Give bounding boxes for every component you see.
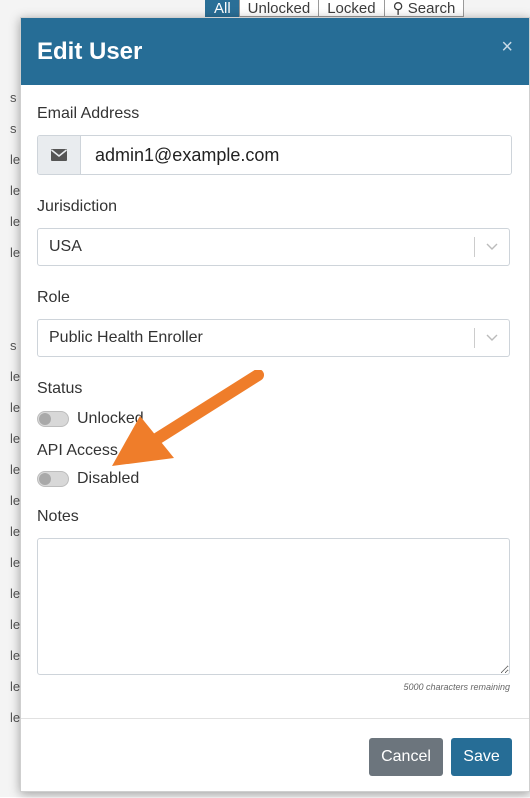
api-access-toggle-label: Disabled xyxy=(77,470,140,487)
api-access-field-group: API Access Disabled xyxy=(37,442,513,488)
tab-search[interactable]: ⚲ Search xyxy=(383,0,465,17)
modal-footer: Cancel Save xyxy=(21,718,529,791)
close-icon[interactable]: × xyxy=(501,36,513,59)
background-row-fragment: le xyxy=(10,493,21,508)
status-field-group: Status Unlocked xyxy=(37,380,513,428)
background-row-fragment: le xyxy=(10,400,21,415)
background-row-fragment: s xyxy=(10,338,17,353)
background-row-fragment: le xyxy=(10,524,21,539)
search-icon: ⚲ xyxy=(392,0,404,17)
status-toggle-row: Unlocked xyxy=(37,410,513,428)
status-toggle-label: Unlocked xyxy=(77,410,144,427)
api-access-label: API Access xyxy=(37,442,118,459)
notes-field-group: Notes 5000 characters remaining xyxy=(37,508,513,692)
characters-remaining: 5000 characters remaining xyxy=(403,682,510,692)
tab-locked[interactable]: Locked xyxy=(318,0,385,17)
modal-body: Email Address Jurisdiction USA Role Publ… xyxy=(21,85,529,692)
api-access-toggle[interactable] xyxy=(37,471,69,487)
background-row-fragment: le xyxy=(10,555,21,570)
jurisdiction-select[interactable]: USA xyxy=(37,228,510,266)
background-row-fragment: s xyxy=(10,121,17,136)
api-access-toggle-row: Disabled xyxy=(37,470,513,488)
save-button[interactable]: Save xyxy=(451,738,512,776)
background-row-fragment: le xyxy=(10,617,21,632)
role-field-group: Role Public Health Enroller xyxy=(37,289,513,357)
background-row-fragment: le xyxy=(10,431,21,446)
background-row-fragments: s s le le le le s le le le le le le le le le le le le xyxy=(10,90,20,741)
notes-textarea[interactable] xyxy=(37,538,510,675)
jurisdiction-label: Jurisdiction xyxy=(37,198,118,215)
role-value: Public Health Enroller xyxy=(49,329,203,346)
email-label: Email Address xyxy=(37,105,140,122)
background-row-fragment xyxy=(10,276,20,307)
background-row-fragment: le xyxy=(10,586,21,601)
status-label: Status xyxy=(37,380,83,397)
background-row-fragment xyxy=(10,307,20,338)
background-row-fragment: le xyxy=(10,214,21,229)
background-row-fragment: s xyxy=(10,90,17,105)
background-row-fragment: le xyxy=(10,648,21,663)
jurisdiction-value: USA xyxy=(49,238,82,255)
chevron-down-icon[interactable] xyxy=(475,334,509,342)
modal-title: Edit User xyxy=(37,37,143,65)
role-select[interactable]: Public Health Enroller xyxy=(37,319,510,357)
role-label: Role xyxy=(37,289,70,306)
email-input[interactable] xyxy=(81,136,511,174)
search-label: Search xyxy=(407,0,456,17)
background-row-fragment: le xyxy=(10,710,21,725)
tab-all[interactable]: All xyxy=(205,0,240,17)
background-row-fragment: le xyxy=(10,369,21,384)
background-row-fragment: le xyxy=(10,462,21,477)
background-tabs: All Unlocked Locked ⚲ Search xyxy=(205,0,465,18)
status-toggle[interactable] xyxy=(37,411,69,427)
background-row-fragment: le xyxy=(10,183,21,198)
chevron-down-icon[interactable] xyxy=(475,243,509,251)
background-row-fragment: le xyxy=(10,679,21,694)
tab-unlocked[interactable]: Unlocked xyxy=(238,0,320,17)
background-row-fragment: le xyxy=(10,152,21,167)
email-field-group: Email Address xyxy=(37,105,513,175)
background-row-fragment: le xyxy=(10,245,21,260)
email-input-group xyxy=(37,135,512,175)
jurisdiction-field-group: Jurisdiction USA xyxy=(37,198,513,266)
edit-user-modal: Edit User × Email Address Jurisdiction U… xyxy=(20,17,530,792)
cancel-button[interactable]: Cancel xyxy=(369,738,443,776)
modal-header: Edit User × xyxy=(21,18,529,85)
envelope-icon xyxy=(38,136,81,174)
notes-label: Notes xyxy=(37,508,79,525)
